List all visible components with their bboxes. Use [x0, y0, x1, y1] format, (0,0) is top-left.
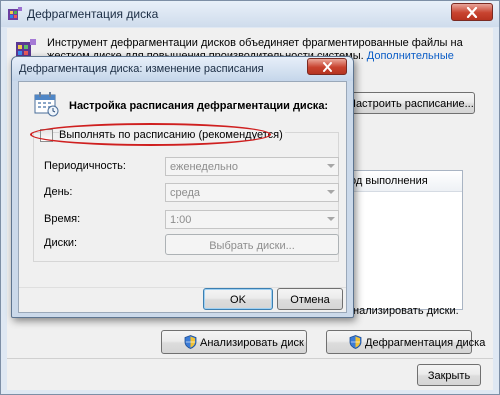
select-disks-button[interactable]: Выбрать диски...: [165, 234, 339, 255]
ok-label: OK: [230, 294, 246, 306]
main-titlebar[interactable]: Дефрагментация диска: [1, 1, 499, 27]
close-icon: [323, 62, 332, 72]
uac-shield-icon: [349, 335, 362, 349]
select-disks-label: Выбрать диски...: [209, 240, 295, 252]
frequency-dropdown[interactable]: еженедельно: [165, 157, 339, 176]
time-value: 1:00: [170, 214, 192, 226]
list-column-header-label: од выполнения: [350, 175, 428, 187]
time-dropdown[interactable]: 1:00: [165, 210, 339, 229]
chevron-down-icon: [327, 217, 335, 221]
main-window-title: Дефрагментация диска: [27, 7, 159, 21]
dialog-heading: Настройка расписания дефрагментации диск…: [69, 100, 329, 112]
dialog-close-button[interactable]: [307, 58, 347, 75]
main-close-button[interactable]: Закрыть: [417, 364, 481, 386]
dialog-titlebar[interactable]: Дефрагментация диска: изменение расписан…: [12, 57, 353, 81]
calendar-icon: [34, 92, 59, 117]
dialog-client-area: Настройка расписания дефрагментации диск…: [18, 81, 347, 313]
analyze-disk-label: Анализировать диск: [200, 337, 304, 349]
chevron-down-icon: [327, 164, 335, 168]
main-footer-divider: [7, 358, 493, 359]
configure-schedule-label: Настроить расписание...: [348, 98, 474, 110]
disk-status-list[interactable]: од выполнения: [345, 170, 463, 310]
run-on-schedule-label[interactable]: Выполнять по расписанию (рекомендуется): [59, 129, 285, 141]
cancel-label: Отмена: [290, 294, 330, 306]
schedule-dialog: Дефрагментация диска: изменение расписан…: [11, 56, 354, 318]
frequency-label: Периодичность:: [44, 160, 126, 172]
close-icon: [466, 7, 478, 18]
dialog-title: Дефрагментация диска: изменение расписан…: [19, 63, 264, 75]
list-column-header-last-run[interactable]: од выполнения: [346, 171, 462, 192]
cancel-button[interactable]: Отмена: [277, 288, 343, 310]
frequency-value: еженедельно: [170, 161, 238, 173]
analyze-disk-button[interactable]: Анализировать диск: [161, 330, 307, 354]
main-close-label: Закрыть: [427, 370, 471, 382]
disks-label: Диски:: [44, 237, 78, 249]
run-on-schedule-checkbox[interactable]: [40, 129, 53, 142]
analyze-hint-text: нализировать диски.: [353, 305, 459, 317]
day-label: День:: [44, 186, 73, 198]
day-dropdown[interactable]: среда: [165, 183, 339, 202]
defragment-disk-label: Дефрагментация диска: [365, 337, 486, 349]
defrag-app-icon: [8, 7, 22, 20]
chevron-down-icon: [327, 190, 335, 194]
main-window-close-button[interactable]: [451, 3, 493, 21]
day-value: среда: [170, 187, 201, 199]
ok-button[interactable]: OK: [203, 288, 273, 310]
uac-shield-icon: [184, 335, 197, 349]
time-label: Время:: [44, 213, 81, 225]
defragment-disk-button[interactable]: Дефрагментация диска: [326, 330, 485, 354]
configure-schedule-button[interactable]: Настроить расписание...: [347, 92, 475, 114]
